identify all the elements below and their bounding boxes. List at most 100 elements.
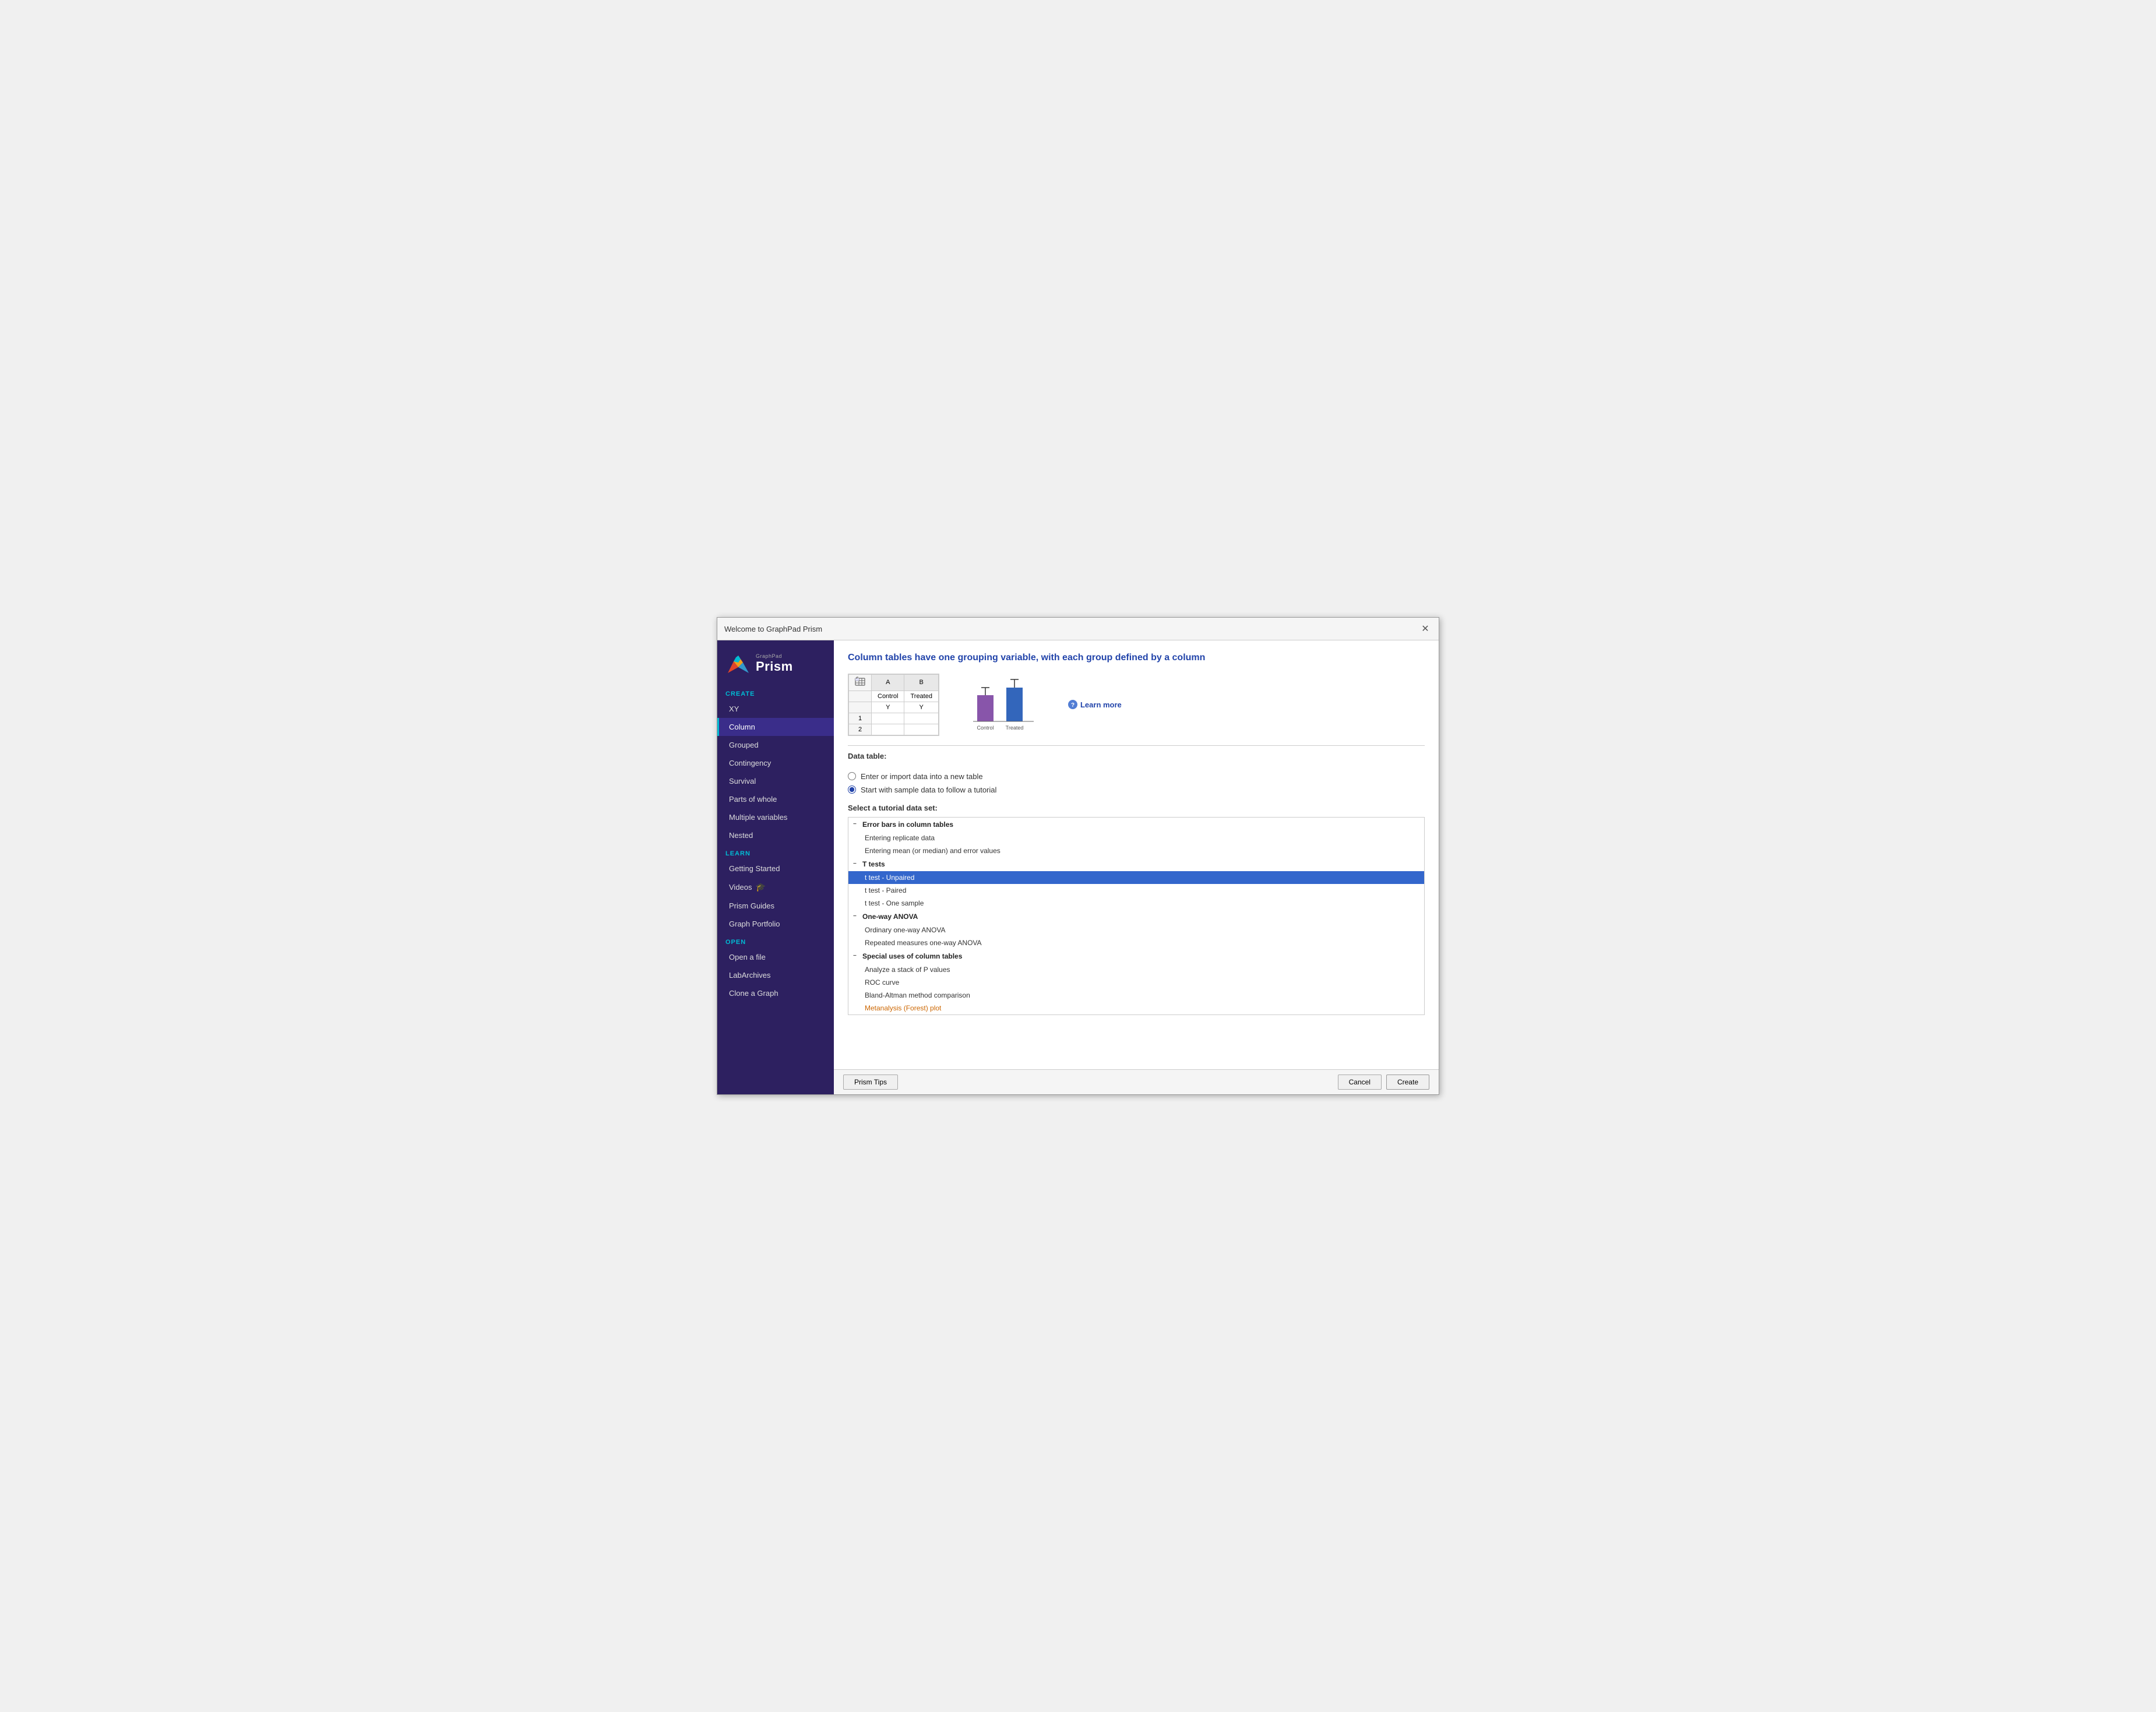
- sidebar: GraphPad Prism CREATE XY Column Grouped …: [717, 640, 834, 1094]
- sidebar-item-graph-portfolio[interactable]: Graph Portfolio: [717, 915, 834, 933]
- sidebar-item-multiple-variables[interactable]: Multiple variables: [717, 808, 834, 826]
- sidebar-item-contingency[interactable]: Contingency: [717, 754, 834, 772]
- radio-sample-data[interactable]: [848, 785, 856, 794]
- tutorial-item-stack-p[interactable]: Analyze a stack of P values: [848, 963, 1424, 976]
- sidebar-item-column[interactable]: Column: [717, 718, 834, 736]
- section-label-create: CREATE: [717, 685, 834, 700]
- radio-sample-data-label: Start with sample data to follow a tutor…: [861, 785, 996, 794]
- logo-area: GraphPad Prism: [717, 640, 834, 685]
- collapse-icon-t-tests: −: [853, 861, 860, 867]
- content-title: Column tables have one grouping variable…: [848, 652, 1425, 664]
- divider-1: [848, 745, 1425, 746]
- row-1-col-b: [904, 713, 939, 724]
- footer-right: Cancel Create: [1338, 1075, 1429, 1090]
- main-window: Welcome to GraphPad Prism ✕ Gra: [717, 617, 1439, 1095]
- col-b-sub: Treated: [904, 691, 939, 702]
- table-icon: [855, 677, 865, 687]
- sidebar-videos-label: Videos: [729, 883, 752, 892]
- sidebar-item-clone-graph[interactable]: Clone a Graph: [717, 984, 834, 1002]
- tutorial-item-replicate-data[interactable]: Entering replicate data: [848, 832, 1424, 844]
- row-header-y: [849, 702, 872, 713]
- learn-more-label: Learn more: [1080, 700, 1122, 709]
- tutorial-group-t-tests-label: T tests: [862, 860, 885, 868]
- tutorial-group-error-bars[interactable]: − Error bars in column tables: [848, 818, 1424, 832]
- tutorial-item-roc-curve[interactable]: ROC curve: [848, 976, 1424, 989]
- tutorial-item-metanalysis[interactable]: Metanalysis (Forest) plot: [848, 1002, 1424, 1014]
- table-icon-cell: [849, 674, 872, 691]
- sidebar-item-videos[interactable]: Videos 🎓: [717, 878, 834, 897]
- tutorial-group-special-label: Special uses of column tables: [862, 952, 962, 960]
- graduation-cap-icon: 🎓: [756, 882, 766, 892]
- sidebar-item-grouped[interactable]: Grouped: [717, 736, 834, 754]
- section-label-learn: LEARN: [717, 844, 834, 859]
- tutorial-group-t-tests[interactable]: − T tests: [848, 857, 1424, 871]
- row-2-header: 2: [849, 724, 872, 735]
- preview-table: A B Control Treated Y Y: [848, 674, 939, 736]
- tutorial-group-error-bars-label: Error bars in column tables: [862, 820, 953, 829]
- tutorial-section-label: Select a tutorial data set:: [848, 804, 1425, 812]
- tutorial-item-t-test-one-sample[interactable]: t test - One sample: [848, 897, 1424, 910]
- tutorial-item-repeated-anova[interactable]: Repeated measures one-way ANOVA: [848, 936, 1424, 949]
- tutorial-list: − Error bars in column tables Entering r…: [848, 817, 1425, 1015]
- collapse-icon-anova: −: [853, 913, 860, 920]
- preview-chart: Control Treated: [968, 675, 1038, 735]
- svg-text:Treated: Treated: [1006, 725, 1024, 731]
- radio-new-table[interactable]: [848, 772, 856, 780]
- tutorial-group-anova[interactable]: − One-way ANOVA: [848, 910, 1424, 924]
- collapse-icon-special: −: [853, 953, 860, 959]
- sidebar-item-prism-guides[interactable]: Prism Guides: [717, 897, 834, 915]
- data-table-label: Data table:: [848, 752, 886, 760]
- title-bar: Welcome to GraphPad Prism ✕: [717, 618, 1439, 640]
- learn-more-button[interactable]: ? Learn more: [1068, 699, 1122, 710]
- content-area: Column tables have one grouping variable…: [834, 640, 1439, 1094]
- sidebar-item-parts-of-whole[interactable]: Parts of whole: [717, 790, 834, 808]
- section-label-open: OPEN: [717, 933, 834, 948]
- logo-graphpad-text: GraphPad: [756, 653, 793, 659]
- tutorial-item-descriptive-stats[interactable]: Descriptive statistics: [848, 1014, 1424, 1015]
- sidebar-item-getting-started[interactable]: Getting Started: [717, 859, 834, 878]
- cancel-button[interactable]: Cancel: [1338, 1075, 1382, 1090]
- sidebar-item-survival[interactable]: Survival: [717, 772, 834, 790]
- sidebar-item-xy[interactable]: XY: [717, 700, 834, 718]
- col-b-y: Y: [904, 702, 939, 713]
- logo-prism-text: Prism: [756, 659, 793, 674]
- bar-chart-svg: Control Treated: [968, 675, 1038, 733]
- row-header-empty: [849, 691, 872, 702]
- prism-logo-icon: [725, 651, 751, 677]
- radio-group-data-table: Enter or import data into a new table St…: [848, 772, 1425, 794]
- footer-left: Prism Tips: [843, 1075, 898, 1090]
- radio-option-new-table[interactable]: Enter or import data into a new table: [848, 772, 1425, 781]
- col-b-header: B: [904, 674, 939, 691]
- tutorial-group-special[interactable]: − Special uses of column tables: [848, 949, 1424, 963]
- prism-tips-button[interactable]: Prism Tips: [843, 1075, 898, 1090]
- close-button[interactable]: ✕: [1419, 622, 1432, 635]
- create-button[interactable]: Create: [1386, 1075, 1429, 1090]
- sidebar-item-nested[interactable]: Nested: [717, 826, 834, 844]
- tutorial-item-t-test-unpaired[interactable]: t test - Unpaired: [848, 871, 1424, 884]
- row-1-col-a: [872, 713, 904, 724]
- radio-new-table-label: Enter or import data into a new table: [861, 772, 983, 781]
- svg-text:Control: Control: [977, 725, 994, 731]
- tutorial-item-t-test-paired[interactable]: t test - Paired: [848, 884, 1424, 897]
- content-main: Column tables have one grouping variable…: [834, 640, 1439, 1069]
- tutorial-item-bland-altman[interactable]: Bland-Altman method comparison: [848, 989, 1424, 1002]
- preview-area: A B Control Treated Y Y: [848, 674, 1425, 736]
- tutorial-item-ordinary-anova[interactable]: Ordinary one-way ANOVA: [848, 924, 1424, 936]
- row-2-col-a: [872, 724, 904, 735]
- svg-text:?: ?: [1071, 702, 1075, 709]
- tutorial-group-anova-label: One-way ANOVA: [862, 913, 918, 921]
- window-title: Welcome to GraphPad Prism: [724, 625, 822, 633]
- help-icon: ?: [1068, 699, 1078, 710]
- col-a-y: Y: [872, 702, 904, 713]
- sidebar-item-labarchives[interactable]: LabArchives: [717, 966, 834, 984]
- row-2-col-b: [904, 724, 939, 735]
- radio-option-sample-data[interactable]: Start with sample data to follow a tutor…: [848, 785, 1425, 794]
- col-a-sub: Control: [872, 691, 904, 702]
- footer: Prism Tips Cancel Create: [834, 1069, 1439, 1094]
- row-1-header: 1: [849, 713, 872, 724]
- tutorial-item-mean-error[interactable]: Entering mean (or median) and error valu…: [848, 844, 1424, 857]
- collapse-icon-error-bars: −: [853, 821, 860, 827]
- sidebar-item-open-file[interactable]: Open a file: [717, 948, 834, 966]
- col-a-header: A: [872, 674, 904, 691]
- logo-text: GraphPad Prism: [756, 653, 793, 674]
